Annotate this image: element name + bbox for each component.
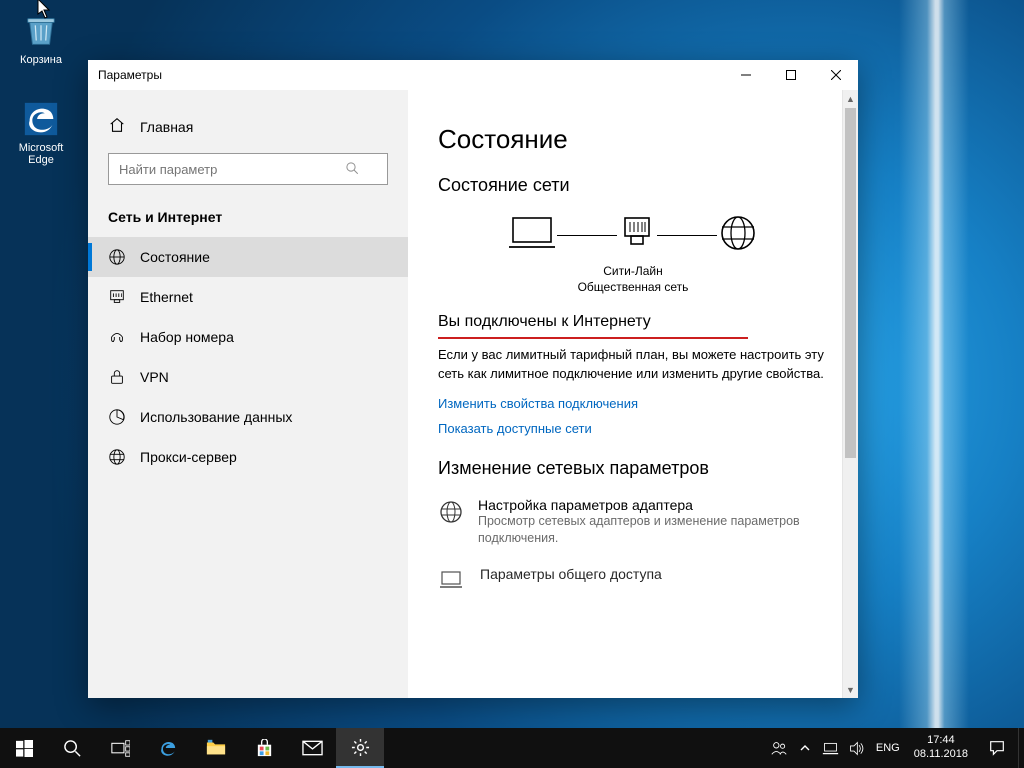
link-show-available-networks[interactable]: Показать доступные сети — [438, 421, 828, 436]
tray-language[interactable]: ENG — [870, 742, 906, 754]
nav-item-datausage[interactable]: Использование данных — [88, 397, 408, 437]
search-button[interactable] — [48, 728, 96, 768]
settings-window: Параметры Главная Сеть и Интернет — [88, 60, 858, 698]
scroll-thumb[interactable] — [845, 108, 856, 458]
adapter-icon — [438, 497, 464, 548]
taskbar-app-mail[interactable] — [288, 728, 336, 768]
nav-item-label: Состояние — [140, 249, 210, 265]
nav-list: Состояние Ethernet Набор номера VPN — [88, 237, 408, 477]
connection-name: Сити-Лайн — [438, 263, 828, 279]
desktop-icon-label: Microsoft Edge — [6, 142, 76, 166]
link-change-connection-properties[interactable]: Изменить свойства подключения — [438, 396, 828, 411]
minimize-button[interactable] — [723, 60, 768, 90]
pc-icon — [507, 212, 557, 259]
sharing-icon — [438, 566, 466, 599]
vpn-icon — [108, 368, 126, 386]
home-link[interactable]: Главная — [88, 112, 408, 153]
diagram-line — [657, 235, 717, 236]
scroll-up[interactable]: ▲ — [843, 90, 858, 107]
tray-date: 08.11.2018 — [914, 748, 968, 762]
maximize-button[interactable] — [768, 60, 813, 90]
settings-sidebar: Главная Сеть и Интернет Состояние — [88, 90, 408, 698]
home-icon — [108, 116, 126, 137]
network-diagram — [438, 212, 828, 259]
red-underline — [438, 337, 748, 339]
desktop-icon-label: Корзина — [6, 54, 76, 66]
setting-sharing-options[interactable]: Параметры общего доступа — [438, 566, 828, 599]
task-view-button[interactable] — [96, 728, 144, 768]
desktop-icon-edge[interactable]: Microsoft Edge — [6, 100, 76, 166]
datausage-icon — [108, 408, 126, 426]
window-titlebar[interactable]: Параметры — [88, 60, 858, 90]
router-icon — [617, 212, 657, 259]
proxy-icon — [108, 448, 126, 466]
taskbar-app-edge[interactable] — [144, 728, 192, 768]
status-icon — [108, 248, 126, 266]
nav-item-label: Использование данных — [140, 409, 292, 425]
edge-icon — [22, 100, 60, 138]
mouse-cursor — [37, 0, 53, 20]
setting-title: Настройка параметров адаптера — [478, 497, 828, 513]
nav-item-label: Набор номера — [140, 329, 234, 345]
nav-item-label: VPN — [140, 369, 169, 385]
desktop[interactable]: Корзина Microsoft Edge Параметры Главная — [0, 0, 1024, 768]
section-net-status: Состояние сети — [438, 175, 828, 196]
tray-people[interactable] — [766, 728, 792, 768]
dialup-icon — [108, 328, 126, 346]
taskbar-app-settings[interactable] — [336, 728, 384, 768]
nav-item-label: Ethernet — [140, 289, 193, 305]
scroll-down[interactable]: ▼ — [843, 681, 858, 698]
start-button[interactable] — [0, 728, 48, 768]
nav-item-dialup[interactable]: Набор номера — [88, 317, 408, 357]
tray-chevron-up-icon[interactable] — [792, 728, 818, 768]
globe-icon — [717, 212, 759, 259]
tray-action-center[interactable] — [976, 739, 1018, 757]
scrollbar[interactable]: ▲ ▼ — [842, 90, 858, 698]
nav-item-vpn[interactable]: VPN — [88, 357, 408, 397]
window-title: Параметры — [98, 68, 162, 82]
show-desktop-button[interactable] — [1018, 728, 1024, 768]
diagram-line — [557, 235, 617, 236]
connected-body: Если у вас лимитный тарифный план, вы мо… — [438, 345, 828, 384]
search-input[interactable] — [108, 153, 388, 185]
nav-item-ethernet[interactable]: Ethernet — [88, 277, 408, 317]
page-title: Состояние — [438, 124, 828, 155]
setting-adapter-options[interactable]: Настройка параметров адаптера Просмотр с… — [438, 497, 828, 548]
tray-volume-icon[interactable] — [844, 728, 870, 768]
ethernet-icon — [108, 288, 126, 306]
tray-network-icon[interactable] — [818, 728, 844, 768]
tray-time: 17:44 — [914, 734, 968, 748]
nav-item-label: Прокси-сервер — [140, 449, 237, 465]
connection-type: Общественная сеть — [438, 279, 828, 295]
taskbar: ENG 17:44 08.11.2018 — [0, 728, 1024, 768]
tray-clock[interactable]: 17:44 08.11.2018 — [906, 734, 976, 762]
wallpaper-beam — [899, 0, 969, 728]
diagram-caption: Сити-Лайн Общественная сеть — [438, 263, 828, 295]
nav-item-proxy[interactable]: Прокси-сервер — [88, 437, 408, 477]
desktop-icon-recycle-bin[interactable]: Корзина — [6, 12, 76, 66]
connected-heading: Вы подключены к Интернету — [438, 313, 828, 331]
taskbar-app-store[interactable] — [240, 728, 288, 768]
setting-title: Параметры общего доступа — [480, 566, 662, 582]
section-change-params: Изменение сетевых параметров — [438, 458, 828, 479]
taskbar-app-explorer[interactable] — [192, 728, 240, 768]
nav-item-status[interactable]: Состояние — [88, 237, 408, 277]
close-button[interactable] — [813, 60, 858, 90]
settings-main: Состояние Состояние сети Си — [408, 90, 858, 698]
category-title: Сеть и Интернет — [88, 203, 408, 237]
setting-desc: Просмотр сетевых адаптеров и изменение п… — [478, 513, 828, 548]
home-label: Главная — [140, 119, 193, 135]
